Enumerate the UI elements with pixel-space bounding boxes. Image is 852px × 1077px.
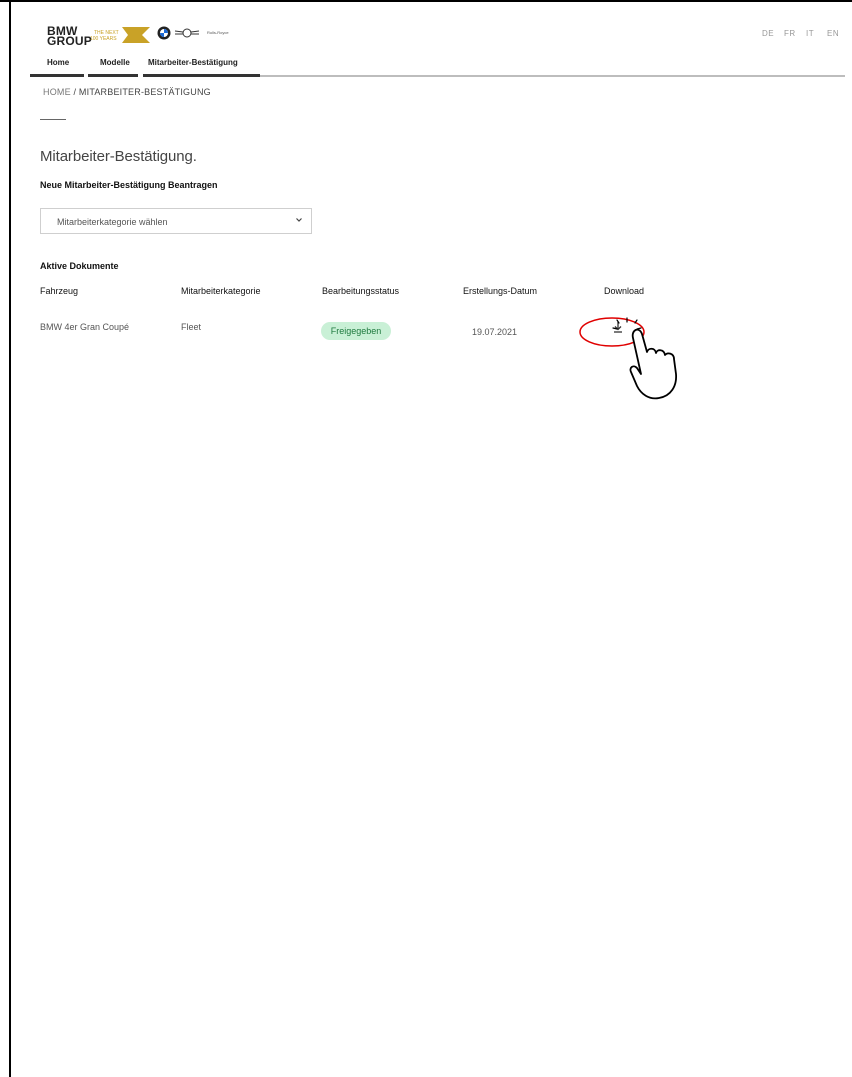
cell-datum: 19.07.2021	[472, 327, 518, 337]
breadcrumb-home[interactable]: HOME	[43, 87, 71, 97]
nav-underline-modelle	[88, 74, 138, 77]
rolls-royce-logo: Rolls-Royce	[207, 30, 229, 35]
employee-category-select[interactable]: Mitarbeiterkategorie wählen	[40, 208, 312, 234]
col-header-fahrzeug: Fahrzeug	[40, 286, 79, 296]
bmw-group-logo[interactable]: BMW GROUP	[47, 25, 93, 48]
page-title: Mitarbeiter-Bestätigung.	[40, 148, 197, 165]
status-badge: Freigegeben	[321, 322, 391, 340]
nav-underline-active	[143, 74, 260, 77]
lang-fr[interactable]: FR	[784, 29, 796, 38]
slogan-line-2: 100 YEARS	[90, 36, 117, 42]
active-documents-title: Aktive Dokumente	[40, 261, 119, 271]
lang-de[interactable]: DE	[762, 29, 774, 38]
next-100-years-logo: THE NEXT 100 YEARS	[90, 27, 150, 43]
nav-modelle[interactable]: Modelle	[100, 58, 130, 67]
col-header-datum: Erstellungs-Datum	[463, 286, 538, 296]
nav-home[interactable]: Home	[47, 58, 69, 67]
breadcrumb-current: MITARBEITER-BESTÄTIGUNG	[78, 87, 211, 97]
breadcrumb: HOME / MITARBEITER-BESTÄTIGUNG	[43, 87, 211, 97]
gold-chevron	[122, 27, 150, 43]
col-header-download: Download	[604, 286, 645, 296]
bmw-roundel-icon	[157, 26, 171, 40]
col-header-kategorie: Mitarbeiterkategorie	[181, 286, 261, 296]
frame-border-top	[0, 0, 852, 2]
page-frame: BMW GROUP THE NEXT 100 YEARS Rolls-Royce…	[0, 0, 852, 1077]
cell-fahrzeug: BMW 4er Gran Coupé	[40, 322, 130, 332]
click-annotation	[579, 317, 677, 400]
col-header-status: Bearbeitungsstatus	[322, 286, 400, 296]
frame-border-left	[9, 0, 11, 1077]
cell-kategorie: Fleet	[181, 322, 202, 332]
chevron-down-icon	[296, 218, 302, 222]
pointing-hand-icon	[629, 328, 677, 400]
select-value: Mitarbeiterkategorie wählen	[57, 217, 168, 227]
logo-line-2: GROUP	[47, 34, 93, 48]
nav-divider	[260, 75, 845, 77]
title-accent-line	[40, 119, 66, 120]
request-subtitle: Neue Mitarbeiter-Bestätigung Beantragen	[40, 180, 218, 190]
lang-en[interactable]: EN	[827, 29, 839, 38]
nav-mitarbeiter-bestaetigung[interactable]: Mitarbeiter-Bestätigung	[148, 58, 238, 67]
nav-underline-home	[30, 74, 84, 77]
mini-wings-icon	[174, 28, 200, 38]
lang-it[interactable]: IT	[806, 29, 814, 38]
brand-logos: Rolls-Royce	[157, 26, 229, 40]
breadcrumb-separator: /	[73, 87, 77, 97]
